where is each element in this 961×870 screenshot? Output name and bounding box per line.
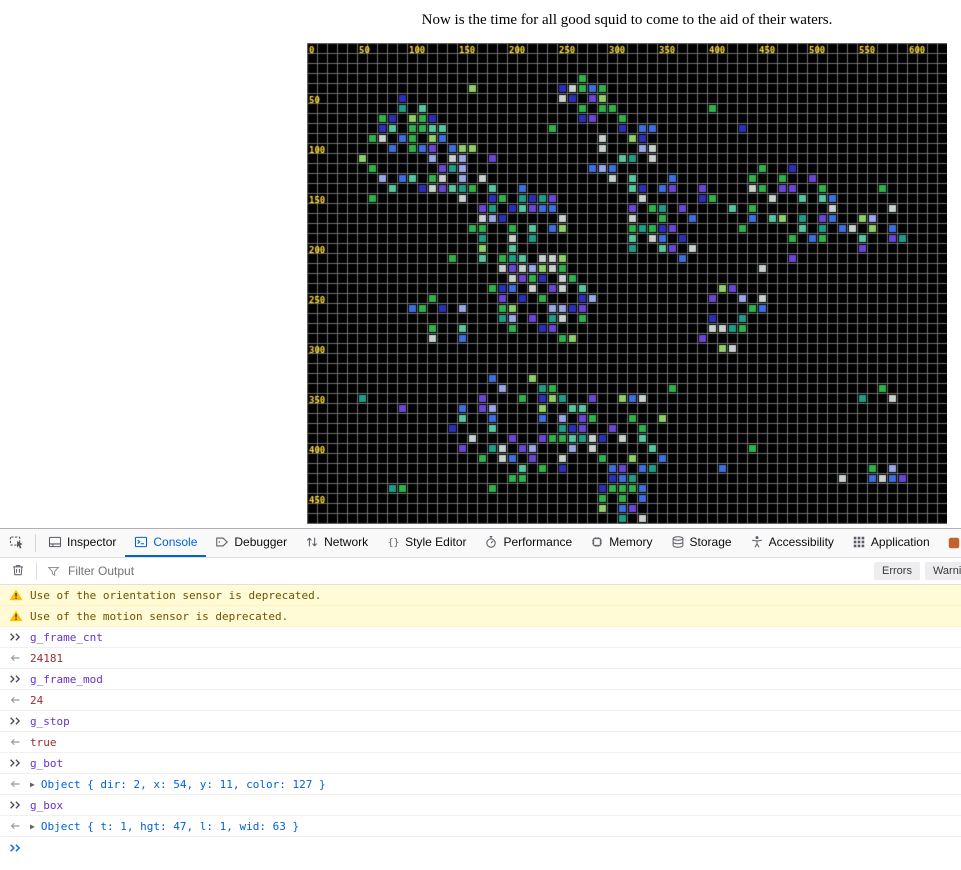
network-icon	[305, 535, 319, 549]
tab-debugger[interactable]: Debugger	[206, 529, 296, 557]
console-result-row: true	[0, 732, 961, 753]
debugger-icon	[215, 535, 229, 549]
object-expand-triangle[interactable]: ▶	[30, 822, 35, 831]
page-title: Now is the time for all good squid to co…	[307, 0, 947, 29]
input-chevron-icon	[8, 843, 23, 853]
tab-style-editor[interactable]: {}Style Editor	[377, 529, 475, 557]
application-icon	[852, 535, 866, 549]
console-result-row: 24181	[0, 648, 961, 669]
command-chevron-icon	[8, 674, 23, 684]
style-editor-icon: {}	[386, 535, 400, 549]
trash-icon	[11, 563, 25, 580]
warning-icon	[8, 610, 23, 622]
filter-buttons: Errors Warnings	[874, 562, 961, 580]
result-arrow-icon	[8, 821, 23, 831]
command-chevron-icon	[8, 716, 23, 726]
web-page: Now is the time for all good squid to co…	[0, 0, 961, 528]
tab-memory[interactable]: Memory	[581, 529, 661, 557]
result-arrow-icon	[8, 653, 23, 663]
svg-text:{}: {}	[388, 538, 400, 549]
node-picker-button[interactable]	[0, 529, 32, 557]
memory-icon	[590, 535, 604, 549]
clear-console-button[interactable]	[4, 563, 32, 580]
warning-icon	[8, 589, 23, 601]
toolbar-separator	[36, 562, 37, 580]
console-result-row: 24	[0, 690, 961, 711]
page-content: Now is the time for all good squid to co…	[307, 0, 947, 524]
storage-icon	[671, 535, 685, 549]
inspector-icon	[48, 535, 62, 549]
console-toolbar: Errors Warnings	[0, 558, 961, 585]
console-command-input[interactable]	[30, 840, 961, 855]
console-output: Use of the orientation sensor is depreca…	[0, 585, 961, 837]
performance-icon	[484, 535, 498, 549]
console-command-row: g_stop	[0, 711, 961, 732]
console-warning-row: Use of the orientation sensor is depreca…	[0, 585, 961, 606]
filter-errors-button[interactable]: Errors	[874, 562, 920, 580]
devtools-panel: InspectorConsoleDebuggerNetwork{}Style E…	[0, 528, 961, 870]
tab-performance[interactable]: Performance	[475, 529, 581, 557]
puzzle-icon	[947, 536, 961, 555]
command-chevron-icon	[8, 800, 23, 810]
devtools-tabbar: InspectorConsoleDebuggerNetwork{}Style E…	[0, 529, 961, 558]
devtools-tabs: InspectorConsoleDebuggerNetwork{}Style E…	[39, 529, 939, 557]
object-expand-triangle[interactable]: ▶	[30, 780, 35, 789]
console-warning-row: Use of the motion sensor is deprecated.	[0, 606, 961, 627]
filter-output-input[interactable]	[66, 563, 370, 579]
devtools-extra-icon[interactable]	[947, 536, 961, 555]
result-arrow-icon	[8, 779, 23, 789]
result-arrow-icon	[8, 737, 23, 747]
tabbar-separator	[35, 534, 36, 552]
filter-icon	[47, 565, 60, 578]
tab-network[interactable]: Network	[296, 529, 377, 557]
console-icon	[134, 535, 148, 549]
filter-warnings-button[interactable]: Warnings	[925, 562, 961, 580]
console-object-result-row: ▶Object { t: 1, hgt: 47, l: 1, wid: 63 }	[0, 816, 961, 837]
console-command-row: g_frame_cnt	[0, 627, 961, 648]
command-chevron-icon	[8, 758, 23, 768]
tab-storage[interactable]: Storage	[662, 529, 741, 557]
console-command-row: g_bot	[0, 753, 961, 774]
accessibility-icon	[750, 535, 764, 549]
console-input-row[interactable]	[0, 837, 961, 858]
console-object-result-row: ▶Object { dir: 2, x: 54, y: 11, color: 1…	[0, 774, 961, 795]
tab-application[interactable]: Application	[843, 529, 939, 557]
game-canvas[interactable]	[307, 43, 947, 524]
console-command-row: g_box	[0, 795, 961, 816]
result-arrow-icon	[8, 695, 23, 705]
node-picker-icon	[9, 534, 24, 552]
console-command-row: g_frame_mod	[0, 669, 961, 690]
tab-inspector[interactable]: Inspector	[39, 529, 125, 557]
tab-accessibility[interactable]: Accessibility	[741, 529, 843, 557]
tab-console[interactable]: Console	[125, 529, 206, 557]
command-chevron-icon	[8, 632, 23, 642]
